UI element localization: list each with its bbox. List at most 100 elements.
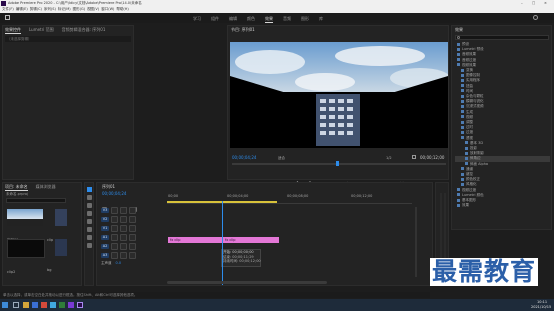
sync-icon[interactable] [120,207,127,214]
lock-icon[interactable] [111,243,118,250]
track-header[interactable]: A1 [101,234,163,241]
tab-effect-controls[interactable]: 效果控件 [5,27,21,34]
menu-item[interactable]: 编辑(E) [16,7,28,12]
eye-icon[interactable] [129,234,136,241]
start-icon[interactable] [2,302,8,308]
menu-item[interactable]: 标记(M) [58,7,71,12]
track-header[interactable]: A3 [101,252,163,259]
eye-icon[interactable] [129,243,136,250]
tab-lumetri-scopes[interactable]: Lumetri 范围 [29,27,54,34]
video-clip[interactable]: fx clip [168,237,222,243]
tab-media-browser[interactable]: 媒体浏览器 [36,184,56,191]
workspace-tab[interactable]: 库 [319,16,323,23]
app-icon[interactable] [23,302,29,308]
app-icon[interactable] [32,302,38,308]
folder-icon [465,156,468,160]
sync-icon[interactable] [120,234,127,241]
scrub-bar[interactable] [232,161,446,166]
lock-icon[interactable] [111,207,118,214]
track-target[interactable]: A3 [101,253,109,258]
effects-tree-item[interactable]: 效果 [455,203,550,208]
app-icon[interactable] [50,302,56,308]
menu-item[interactable]: 剪辑(C) [30,7,42,12]
lock-icon[interactable] [111,225,118,232]
menu-item[interactable]: 序列(S) [44,7,56,12]
time-ruler[interactable]: 00;00 00;00;04;00 00;00;08;00 00;00;12;0… [167,193,412,204]
program-monitor-title[interactable]: 节目: 序列01 [231,27,255,32]
close-button[interactable]: × [544,1,547,6]
menu-item[interactable]: 图形(G) [73,7,85,12]
tab-audio-mixer[interactable]: 音频剪辑混合器: 序列01 [62,27,106,34]
tab-project[interactable]: 项目: 未命名 [5,184,28,191]
workspace-tab[interactable]: 图形 [301,16,309,23]
app-icon[interactable] [41,302,47,308]
project-item[interactable]: clip [47,209,77,242]
workspace-tab[interactable]: 效果 [265,16,273,23]
eye-icon[interactable] [129,225,136,232]
project-search-input[interactable] [6,198,66,203]
menu-item[interactable]: 视图(V) [87,7,99,12]
track-header[interactable]: V1 [101,225,163,232]
slip-tool-icon[interactable] [87,219,92,224]
video-clip[interactable]: fx clip [223,237,279,243]
timeline-tab[interactable]: 序列01 [102,184,115,189]
track-target[interactable]: A2 [101,244,109,249]
task-view-icon[interactable] [13,302,19,308]
workspace-tab[interactable]: 学习 [193,16,201,23]
lock-icon[interactable] [111,252,118,259]
eye-icon[interactable] [129,252,136,259]
track-target[interactable]: V1 [101,226,109,231]
search-icon[interactable] [533,15,538,20]
timeline-timecode[interactable]: 00;00;04;24 [102,191,126,196]
eye-icon[interactable] [129,216,136,223]
track-header[interactable]: V2 [101,216,163,223]
ripple-edit-tool-icon[interactable] [87,203,92,208]
premiere-taskbar-icon[interactable] [77,302,83,308]
sync-icon[interactable] [120,216,127,223]
wrench-icon[interactable] [412,155,416,159]
workspace-tab[interactable]: 颜色 [247,16,255,23]
menu-item[interactable]: 帮助(H) [116,7,128,12]
menu-item[interactable]: 窗口(W) [101,7,114,12]
sync-icon[interactable] [120,225,127,232]
type-tool-icon[interactable] [87,243,92,248]
workspace-tab[interactable]: 组件 [211,16,219,23]
project-item[interactable]: clip2 [7,239,45,274]
app-icon[interactable] [68,302,74,308]
selection-tool-icon[interactable] [87,187,92,192]
pen-tool-icon[interactable] [87,227,92,232]
track-select-tool-icon[interactable] [87,195,92,200]
lock-icon[interactable] [111,216,118,223]
track-target[interactable]: A1 [101,235,109,240]
razor-tool-icon[interactable] [87,211,92,216]
effects-search-input[interactable] [455,35,549,40]
hand-tool-icon[interactable] [87,235,92,240]
timeline-scrollbar[interactable] [415,207,417,277]
project-item[interactable]: bg [47,239,77,272]
timeline-zoom-bar[interactable] [167,281,327,284]
scrub-playhead[interactable] [336,161,339,166]
menu-item[interactable]: 文件(F) [2,7,14,12]
timeline-playhead[interactable] [222,201,223,285]
effects-panel-title[interactable]: 效果 [455,27,463,32]
maximize-button[interactable]: □ [532,1,535,6]
program-timecode[interactable]: 00;00;04;24 [232,155,256,160]
track-target[interactable]: V3 [101,208,109,213]
resolution-dropdown[interactable]: 1/2 [386,156,392,161]
sync-icon[interactable] [120,243,127,250]
app-icon[interactable] [59,302,65,308]
thumbnail [55,209,67,226]
project-item[interactable]: 序列01 [7,209,43,242]
fit-dropdown[interactable]: 适合 [278,156,285,161]
workspace-tab[interactable]: 音频 [283,16,291,23]
workspace-tab[interactable]: 编辑 [229,16,237,23]
track-header[interactable]: V3 [101,207,163,214]
home-icon[interactable] [5,15,10,20]
sync-icon[interactable] [120,252,127,259]
track-target[interactable]: V2 [101,217,109,222]
minimize-button[interactable]: – [521,1,523,6]
lock-icon[interactable] [111,234,118,241]
master-volume[interactable]: 0.0 [116,261,122,268]
eye-icon[interactable] [129,207,136,214]
track-header[interactable]: A2 [101,243,163,250]
